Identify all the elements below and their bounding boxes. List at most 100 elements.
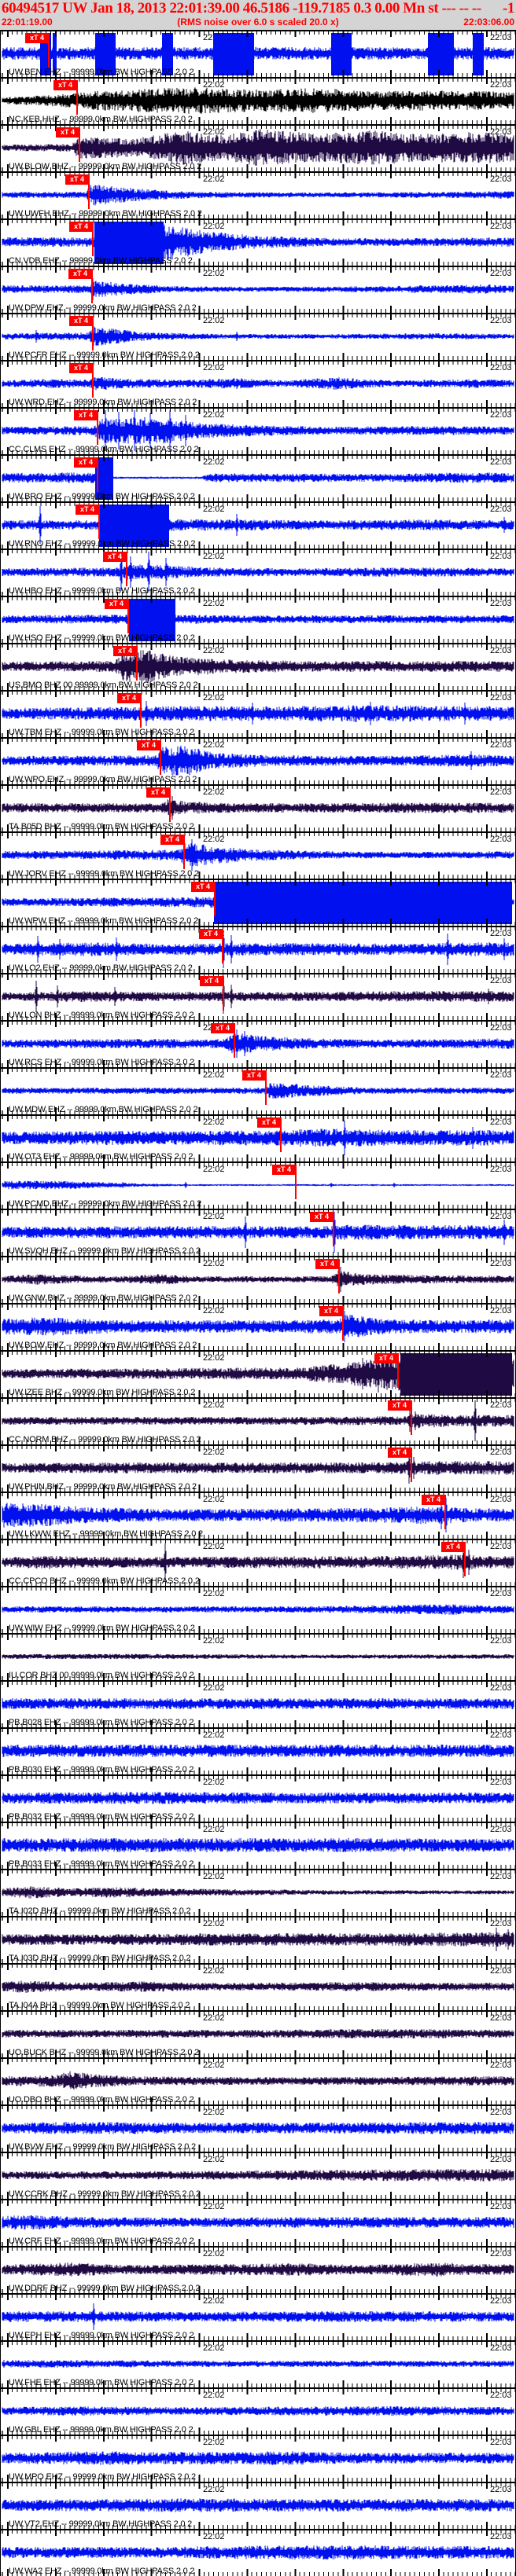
phase-pick-flag[interactable]: xT 4 <box>76 505 99 515</box>
trace-row[interactable]: 22:02 22:03 UW.BLOW BHZ -- 99999.0km BW HI… <box>1 124 515 171</box>
phase-pick-flag[interactable]: xT 4 <box>315 1259 339 1269</box>
station-label: US.BMO BHZ 00 99999.0km BW HIGHPASS 2.0 … <box>9 681 198 690</box>
trace-row[interactable]: 22:02 22:03 IU.COR BHZ 00 99999.0km BW HIG… <box>1 1633 515 1680</box>
trace-row[interactable]: 22:0222:03UW.WPW EHZ -- 99999.0km BW HIG… <box>1 879 515 926</box>
trace-row[interactable]: 22:02 22:03 CC.CPCO BHZ -- 99999.0km BW HI… <box>1 1539 515 1586</box>
phase-pick-flag[interactable]: xT 4 <box>74 410 98 420</box>
trace-row[interactable]: 22:02 22:03 UW.LKWW EHZ -- 99999.0km BW HI… <box>1 1492 515 1539</box>
phase-pick-flag[interactable]: xT 4 <box>199 929 223 939</box>
trace-row[interactable]: 22:02 22:03 UO.BUCK BHZ -- 99999.0km BW HI… <box>1 2010 515 2057</box>
trace-row[interactable]: 22:02 22:03 UW.BVW EHZ -- 99999.0km BW HIG… <box>1 2104 515 2152</box>
phase-pick-flag[interactable]: xT 4 <box>160 835 184 845</box>
trace-row[interactable]: 22:02 22:03 UW.HBO EHZ -- 99999.0km BW HIG… <box>1 549 515 596</box>
phase-pick-flag[interactable]: xT 4 <box>441 1542 465 1552</box>
station-label: UW.VT2 EHZ -- 99999.0km BW HIGHPASS 2.0 … <box>9 2519 193 2529</box>
trace-row[interactable]: 22:02 22:03 TA.B05D BHZ -- 99999.0km BW HI… <box>1 784 515 831</box>
trace-row[interactable]: 22:02 22:03 UW.DPW EHZ -- 99999.0km BW HIG… <box>1 266 515 313</box>
trace-row[interactable]: 22:02 22:03 PB.B033 EHZ -- 99999.0km BW HI… <box>1 1822 515 1869</box>
phase-pick-flag[interactable]: xT 4 <box>374 1353 398 1363</box>
trace-row[interactable]: 22:0222:03UW.RCS EHZ -- 99999.0km BW HIG… <box>1 1020 515 1067</box>
phase-pick-flag[interactable]: xT 4 <box>103 552 127 562</box>
trace-row[interactable]: 22:02 22:03 UW.EPH EHZ -- 99999.0km BW HIG… <box>1 2293 515 2340</box>
station-label: UW.BRO EHZ -- 99999.0km BW HIGHPASS 2.0 … <box>9 492 195 501</box>
station-label: TA.I03D BHZ -- 99999.0km BW HIGHPASS 2.0… <box>9 1954 191 1963</box>
phase-pick-flag[interactable]: xT 4 <box>56 127 79 138</box>
trace-row[interactable]: 22:02 22:03 UW.BOW EHZ -- 99999.0km BW HIG… <box>1 1303 515 1350</box>
trace-row[interactable]: 22:02 22:03 UW.MDW EHZ -- 99999.0km BW HIG… <box>1 1067 515 1114</box>
phase-pick-flag[interactable]: xT 4 <box>105 599 128 609</box>
trace-row[interactable]: 22:02 22:03 UW.TBM EHZ -- 99999.0km BW HIG… <box>1 690 515 737</box>
trace-row[interactable]: 22:02 22:03 CC.CLMS EHZ -- 99999.0km BW HI… <box>1 407 515 454</box>
phase-pick-flag[interactable]: xT 4 <box>69 363 93 373</box>
trace-row[interactable]: 22:02 22:03 UW.PCFR EHZ -- 99999.0km BW HI… <box>1 313 515 360</box>
trace-row[interactable]: 22:02 22:03 UW.DDRF BHZ -- 99999.0km BW HI… <box>1 2246 515 2293</box>
trace-row[interactable]: 22:02 22:03 UW.WPO EHZ -- 99999.0km BW HIG… <box>1 737 515 784</box>
trace-row[interactable]: 22:02 22:03 UW.OT3 EHZ -- 99999.0km BW HIG… <box>1 1114 515 1161</box>
phase-pick-flag[interactable]: xT 4 <box>74 457 98 468</box>
axis-ticks-10s <box>1 550 515 556</box>
trace-row[interactable]: 22:02 22:03 UW.GNW BHZ -- 99999.0km BW HIG… <box>1 1256 515 1303</box>
trace-row[interactable]: 22:02 22:03 UW.PHIN BHZ -- 99999.0km BW HI… <box>1 1444 515 1492</box>
trace-row[interactable]: 22:02 22:03 UO.DBO BHZ -- 99999.0km BW HIG… <box>1 2057 515 2104</box>
trace-row[interactable]: 22:02 22:03 UW.WIW EHZ -- 99999.0km BW HIG… <box>1 1586 515 1633</box>
phase-pick-flag[interactable]: xT 4 <box>191 882 215 892</box>
trace-row[interactable]: 22:02 22:03 UW.MPO EHZ -- 99999.0km BW HIG… <box>1 2435 515 2482</box>
scaling-note: (RMS noise over 6.0 s scaled 20.0 x) <box>177 17 339 28</box>
trace-row[interactable]: 22:02 22:03 TA.I03D BHZ -- 99999.0km BW HI… <box>1 1916 515 1963</box>
axis-ticks-10s <box>1 786 515 791</box>
trace-row[interactable]: 22:02 22:03 UW.BRO EHZ -- 99999.0km BW HIG… <box>1 454 515 501</box>
station-label: UW.HSO EHZ -- 99999.0km BW HIGHPASS 2.0 … <box>9 633 195 643</box>
phase-pick-flag[interactable]: xT 4 <box>69 222 93 232</box>
trace-row[interactable]: 22:02 22:03 PB.B032 EHZ -- 99999.0km BW HI… <box>1 1774 515 1822</box>
phase-pick-flag[interactable]: xT 4 <box>388 1400 411 1411</box>
phase-pick-flag[interactable]: xT 4 <box>242 1070 266 1081</box>
phase-pick-flag[interactable]: xT 4 <box>137 740 160 750</box>
phase-pick-flag[interactable]: xT 4 <box>257 1117 281 1128</box>
station-label: UW.FHE EHZ -- 99999.0km BW HIGHPASS 2.0 … <box>9 2378 194 2387</box>
trace-row[interactable]: 22:02 22:03 PB.B030 EHZ -- 99999.0km BW HI… <box>1 1727 515 1774</box>
trace-row[interactable]: 22:02 22:03 UW.SVQH EHZ -- 99999.0km BW HI… <box>1 1209 515 1256</box>
phase-pick-flag[interactable]: xT 4 <box>69 316 93 326</box>
phase-pick-flag[interactable]: xT 4 <box>68 269 92 279</box>
phase-pick-flag[interactable]: xT 4 <box>388 1448 411 1458</box>
trace-row[interactable]: 22:02 22:03 UW.PCMD EHZ -- 99999.0km BW HI… <box>1 1161 515 1209</box>
trace-row[interactable]: 22:02 22:03 CN.VDB EHZ -- 99999.0km BW HIG… <box>1 218 515 266</box>
trace-row[interactable]: 22:0222:03UW.LO2 EHZ -- 99999.0km BW HIG… <box>1 926 515 973</box>
trace-row[interactable]: 22:02 22:03 UW.VT2 EHZ -- 99999.0km BW HIG… <box>1 2482 515 2529</box>
clipped-signal-block <box>213 33 254 75</box>
trace-row[interactable]: 22:02 22:03 PB.B028 EHZ -- 99999.0km BW HI… <box>1 1680 515 1727</box>
trace-row[interactable]: 22:02 22:03 UW.RNO EHZ -- 99999.0km BW HIG… <box>1 501 515 549</box>
axis-ticks-10s <box>1 1540 515 1546</box>
axis-ticks-10s <box>1 1446 515 1451</box>
trace-row[interactable]: 22:02 22:03 UW.WRD EHZ -- 99999.0km BW HIG… <box>1 360 515 407</box>
time-window-bar: 22:01:19.00 (RMS noise over 6.0 s scaled… <box>2 17 514 29</box>
trace-row[interactable]: 22:02 22:03 CC.NORM BHZ -- 99999.0km BW HI… <box>1 1397 515 1444</box>
trace-row[interactable]: 22:02 22:03 US.BMO BHZ 00 99999.0km BW HIG… <box>1 643 515 690</box>
trace-row[interactable]: 22:02 22:03 TA.I04A BHZ -- 99999.0km BW HI… <box>1 1963 515 2010</box>
phase-pick-flag[interactable]: xT 4 <box>211 1023 234 1033</box>
trace-row[interactable]: 22:0222:03UW.IZEE BHZ -- 99999.0km BW HI… <box>1 1350 515 1397</box>
trace-row[interactable]: 22:02 22:03 UW.HSO EHZ -- 99999.0km BW HIG… <box>1 596 515 643</box>
trace-row[interactable]: 22:02 22:03 UW.JORV EHZ -- 99999.0km BW HI… <box>1 831 515 879</box>
phase-pick-flag[interactable]: xT 4 <box>146 787 170 798</box>
trace-row[interactable]: 22:0222:03UW.LON BHZ -- 99999.0km BW HIG… <box>1 973 515 1020</box>
phase-pick-flag[interactable]: xT 4 <box>272 1165 296 1175</box>
phase-pick-flag[interactable]: xT 4 <box>25 33 49 43</box>
phase-pick-flag[interactable]: xT 4 <box>310 1212 334 1222</box>
trace-row[interactable]: 22:02 22:03 UW.FHE EHZ -- 99999.0km BW HIG… <box>1 2340 515 2387</box>
trace-row[interactable]: 22:02 22:03 UW.UWFH EHZ -- 99999.0km BW HI… <box>1 171 515 218</box>
phase-pick-flag[interactable]: xT 4 <box>200 976 223 986</box>
trace-row[interactable]: 22:0222:03UW.BEN EHZ -- 99999.0km BW HIG… <box>1 30 515 77</box>
phase-pick-flag[interactable]: xT 4 <box>422 1495 445 1505</box>
trace-row[interactable]: 22:02 22:03 UW.GBL EHZ -- 99999.0km BW HIG… <box>1 2387 515 2435</box>
phase-pick-flag[interactable]: xT 4 <box>53 80 77 90</box>
phase-pick-flag[interactable]: xT 4 <box>113 646 137 656</box>
phase-pick-flag[interactable]: xT 4 <box>319 1306 343 1316</box>
phase-pick-flag[interactable]: xT 4 <box>65 174 89 185</box>
trace-row[interactable]: 22:02 22:03 UW.WA2 EHZ -- 99999.0km BW HIG… <box>1 2529 515 2576</box>
trace-row[interactable]: 22:02 22:03 UW.CRF EHZ -- 99999.0km BW HIG… <box>1 2199 515 2246</box>
trace-row[interactable]: 22:02 22:03 UW.CCRK BHZ -- 99999.0km BW HI… <box>1 2152 515 2199</box>
trace-row[interactable]: 22:02 22:03 TA.I02D BHZ -- 99999.0km BW HI… <box>1 1869 515 1916</box>
phase-pick-flag[interactable]: xT 4 <box>117 693 141 703</box>
trace-row[interactable]: 22:02 22:03 NC.KEB HHZ -- 99999.0km BW HIG… <box>1 77 515 124</box>
